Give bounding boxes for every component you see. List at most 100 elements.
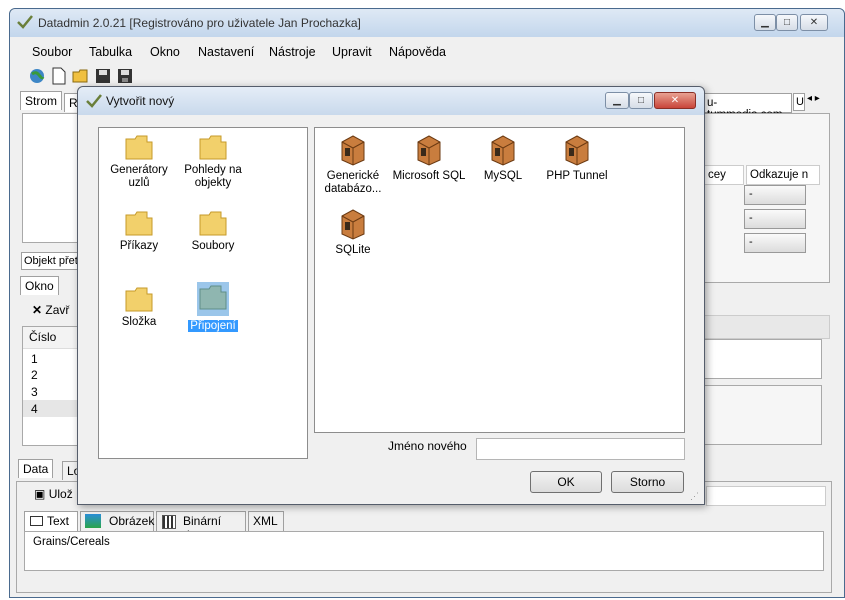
right-lower-list <box>704 339 822 379</box>
database-server-icon <box>341 135 365 166</box>
ref-dropdown[interactable]: - <box>744 209 806 229</box>
type-label: Generické databázo... <box>324 170 382 195</box>
folder-label: Soubory <box>191 240 235 252</box>
type-generic-db[interactable]: Generické databázo... <box>315 134 391 196</box>
type-label: MySQL <box>483 170 523 182</box>
app-check-icon <box>17 15 33 29</box>
tab-u[interactable]: U <box>793 93 805 111</box>
folder-icon <box>125 135 153 160</box>
tab-okno[interactable]: Okno <box>20 276 59 295</box>
folder-icon <box>199 135 227 160</box>
right-toolbar-area <box>706 486 826 506</box>
folder-icon <box>199 211 227 236</box>
save-icon: ▣ <box>34 487 46 501</box>
close-window-button[interactable]: ✕ <box>800 14 828 31</box>
type-php-tunnel[interactable]: PHP Tunnel <box>539 134 615 183</box>
list-row[interactable]: 3 <box>23 383 81 400</box>
list-row[interactable]: 4 <box>23 400 81 417</box>
object-header: Objekt přet <box>21 252 81 270</box>
save-data-label: Ulož <box>48 487 73 501</box>
folder-icon <box>125 287 153 312</box>
name-input[interactable] <box>476 438 685 460</box>
folder-generatory-uzlu[interactable]: Generátory uzlů <box>101 134 177 190</box>
right-lower-header <box>704 315 830 339</box>
folder-pohledy-na-objekty[interactable]: Pohledy na objekty <box>175 134 251 190</box>
maximize-button[interactable]: □ <box>776 14 798 31</box>
main-titlebar[interactable]: Datadmin 2.0.21 [Registrováno pro uživat… <box>10 9 844 37</box>
close-action[interactable]: ✕ Zavř <box>32 303 69 317</box>
minimize-button[interactable]: ▁ <box>754 14 776 31</box>
tab-scroll-arrows[interactable]: ◂ ▸ <box>807 93 831 109</box>
type-list: Generické databázo... Microsoft SQL MySQ… <box>314 127 685 433</box>
window-list: Číslo 1 2 3 4 <box>22 326 82 446</box>
selection-highlight <box>197 282 229 316</box>
resize-grip[interactable]: ⋰ <box>690 491 700 501</box>
create-new-dialog: Vytvořit nový ▁ □ ✕ Generátory uzlů Pohl… <box>77 86 705 505</box>
folder-slozka[interactable]: Složka <box>101 286 177 329</box>
menu-upravit[interactable]: Upravit <box>332 45 372 59</box>
dialog-close-button[interactable]: ✕ <box>654 92 696 109</box>
tab-data[interactable]: Data <box>18 459 54 478</box>
category-list: Generátory uzlů Pohledy na objekty Příka… <box>98 127 308 459</box>
ref-dropdown[interactable]: - <box>744 185 806 205</box>
type-label: PHP Tunnel <box>546 170 608 182</box>
tab-strom[interactable]: Strom <box>20 91 63 110</box>
connection-tab[interactable]: u-tummedia.com <box>704 93 792 121</box>
folder-icon <box>199 285 227 310</box>
menu-okno[interactable]: Okno <box>150 45 180 59</box>
dialog-maximize-button[interactable]: □ <box>629 92 653 109</box>
column-header-cislo[interactable]: Číslo <box>23 327 81 349</box>
folder-pripojeni[interactable]: Připojení <box>175 282 251 333</box>
folder-label: Připojení <box>188 320 238 332</box>
dialog-title: Vytvořit nový <box>106 94 175 108</box>
subtab-xml[interactable]: XML <box>248 511 284 531</box>
text-value-area[interactable]: Grains/Cereals <box>24 531 824 571</box>
database-server-icon <box>417 135 441 166</box>
dialog-minimize-button[interactable]: ▁ <box>605 92 629 109</box>
folder-soubory[interactable]: Soubory <box>175 210 251 253</box>
binary-icon <box>162 515 176 529</box>
type-mysql[interactable]: MySQL <box>465 134 541 183</box>
save-all-icon[interactable] <box>116 67 134 85</box>
globe-icon[interactable] <box>28 67 46 85</box>
column-key-header[interactable]: cey <box>704 165 744 185</box>
menu-soubor[interactable]: Soubor <box>32 45 72 59</box>
save-icon[interactable] <box>94 67 112 85</box>
folder-label: Pohledy na objekty <box>184 164 242 189</box>
text-icon <box>30 516 43 526</box>
subtab-image-label: Obrázek <box>109 514 155 528</box>
database-server-icon <box>491 135 515 166</box>
tree-view[interactable] <box>22 113 78 243</box>
dialog-titlebar[interactable]: Vytvořit nový ▁ □ ✕ <box>78 87 704 115</box>
subtab-image[interactable]: Obrázek <box>80 511 154 531</box>
column-ref-header[interactable]: Odkazuje n <box>746 165 820 185</box>
close-action-label: Zavř <box>45 303 70 317</box>
save-data-action[interactable]: ▣ Ulož <box>34 487 73 501</box>
subtab-text-label: Text <box>47 514 70 528</box>
ok-button[interactable]: OK <box>530 471 602 493</box>
type-microsoft-sql[interactable]: Microsoft SQL <box>391 134 467 183</box>
subtab-binary[interactable]: Binární data <box>156 511 246 542</box>
cancel-button[interactable]: Storno <box>611 471 684 493</box>
database-server-icon <box>341 209 365 240</box>
open-folder-icon[interactable] <box>72 67 90 85</box>
ref-dropdown[interactable]: - <box>744 233 806 253</box>
main-title-text: Datadmin 2.0.21 [Registrováno pro uživat… <box>38 16 361 30</box>
menu-nastaveni[interactable]: Nastavení <box>198 45 254 59</box>
menu-tabulka[interactable]: Tabulka <box>89 45 132 59</box>
dialog-check-icon <box>86 94 102 108</box>
folder-prikazy[interactable]: Příkazy <box>101 210 177 253</box>
menu-napoveda[interactable]: Nápověda <box>389 45 446 59</box>
menubar: Soubor Tabulka Okno Nastavení Nástroje U… <box>18 41 844 63</box>
folder-label: Složka <box>121 316 157 328</box>
folder-label: Generátory uzlů <box>110 164 168 189</box>
folder-icon <box>125 211 153 236</box>
text-value: Grains/Cereals <box>33 536 110 548</box>
type-sqlite[interactable]: SQLite <box>315 208 391 257</box>
menu-nastroje[interactable]: Nástroje <box>269 45 316 59</box>
list-row[interactable]: 1 <box>23 349 81 366</box>
new-file-icon[interactable] <box>50 67 68 85</box>
subtab-text[interactable]: Text <box>24 511 78 531</box>
list-row[interactable]: 2 <box>23 366 81 383</box>
type-label: Microsoft SQL <box>392 170 466 182</box>
